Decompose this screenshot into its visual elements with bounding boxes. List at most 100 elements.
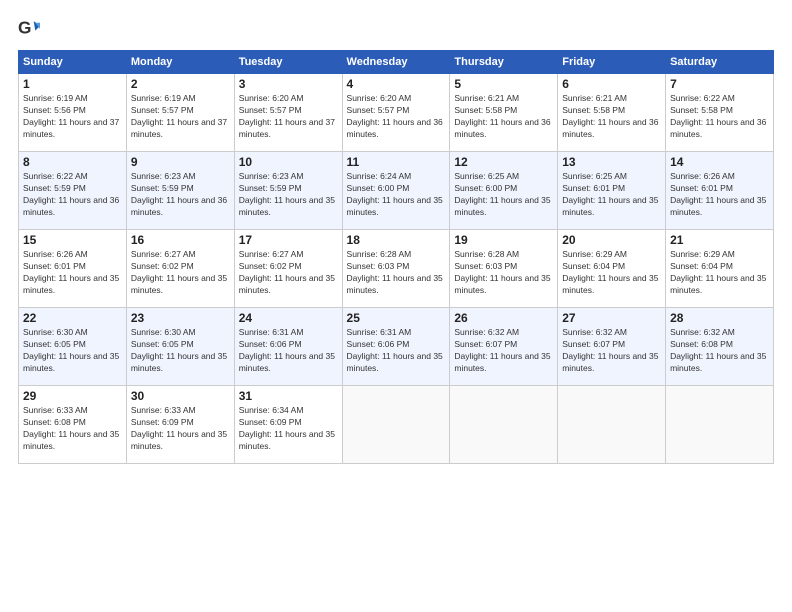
- day-detail: Sunrise: 6:21 AMSunset: 5:58 PMDaylight:…: [562, 93, 658, 139]
- calendar-week-row: 29 Sunrise: 6:33 AMSunset: 6:08 PMDaylig…: [19, 386, 774, 464]
- calendar-cell: 10 Sunrise: 6:23 AMSunset: 5:59 PMDaylig…: [234, 152, 342, 230]
- day-number: 29: [23, 389, 122, 403]
- calendar-cell: 19 Sunrise: 6:28 AMSunset: 6:03 PMDaylig…: [450, 230, 558, 308]
- calendar-cell: 28 Sunrise: 6:32 AMSunset: 6:08 PMDaylig…: [666, 308, 774, 386]
- weekday-header-sunday: Sunday: [19, 51, 127, 74]
- day-detail: Sunrise: 6:28 AMSunset: 6:03 PMDaylight:…: [347, 249, 443, 295]
- day-detail: Sunrise: 6:19 AMSunset: 5:57 PMDaylight:…: [131, 93, 227, 139]
- day-detail: Sunrise: 6:21 AMSunset: 5:58 PMDaylight:…: [454, 93, 550, 139]
- day-number: 20: [562, 233, 661, 247]
- day-detail: Sunrise: 6:32 AMSunset: 6:08 PMDaylight:…: [670, 327, 766, 373]
- day-number: 17: [239, 233, 338, 247]
- page: G SundayMondayTuesdayWednesdayThursdayFr…: [0, 0, 792, 612]
- day-number: 27: [562, 311, 661, 325]
- logo-area: G: [18, 18, 42, 40]
- day-number: 21: [670, 233, 769, 247]
- day-detail: Sunrise: 6:24 AMSunset: 6:00 PMDaylight:…: [347, 171, 443, 217]
- day-detail: Sunrise: 6:33 AMSunset: 6:09 PMDaylight:…: [131, 405, 227, 451]
- calendar-cell: 21 Sunrise: 6:29 AMSunset: 6:04 PMDaylig…: [666, 230, 774, 308]
- day-detail: Sunrise: 6:26 AMSunset: 6:01 PMDaylight:…: [23, 249, 119, 295]
- day-number: 16: [131, 233, 230, 247]
- weekday-header-monday: Monday: [126, 51, 234, 74]
- day-number: 24: [239, 311, 338, 325]
- day-detail: Sunrise: 6:31 AMSunset: 6:06 PMDaylight:…: [347, 327, 443, 373]
- weekday-header-wednesday: Wednesday: [342, 51, 450, 74]
- calendar-week-row: 22 Sunrise: 6:30 AMSunset: 6:05 PMDaylig…: [19, 308, 774, 386]
- day-detail: Sunrise: 6:19 AMSunset: 5:56 PMDaylight:…: [23, 93, 119, 139]
- day-number: 13: [562, 155, 661, 169]
- calendar-cell: 6 Sunrise: 6:21 AMSunset: 5:58 PMDayligh…: [558, 74, 666, 152]
- calendar-cell: 24 Sunrise: 6:31 AMSunset: 6:06 PMDaylig…: [234, 308, 342, 386]
- day-number: 3: [239, 77, 338, 91]
- calendar-cell: 4 Sunrise: 6:20 AMSunset: 5:57 PMDayligh…: [342, 74, 450, 152]
- calendar-cell: 29 Sunrise: 6:33 AMSunset: 6:08 PMDaylig…: [19, 386, 127, 464]
- calendar-cell: 11 Sunrise: 6:24 AMSunset: 6:00 PMDaylig…: [342, 152, 450, 230]
- day-detail: Sunrise: 6:27 AMSunset: 6:02 PMDaylight:…: [131, 249, 227, 295]
- day-number: 8: [23, 155, 122, 169]
- calendar-cell: 25 Sunrise: 6:31 AMSunset: 6:06 PMDaylig…: [342, 308, 450, 386]
- day-detail: Sunrise: 6:25 AMSunset: 6:01 PMDaylight:…: [562, 171, 658, 217]
- calendar-cell: [342, 386, 450, 464]
- calendar-cell: 22 Sunrise: 6:30 AMSunset: 6:05 PMDaylig…: [19, 308, 127, 386]
- day-number: 10: [239, 155, 338, 169]
- weekday-header-thursday: Thursday: [450, 51, 558, 74]
- calendar-cell: 1 Sunrise: 6:19 AMSunset: 5:56 PMDayligh…: [19, 74, 127, 152]
- day-number: 5: [454, 77, 553, 91]
- day-detail: Sunrise: 6:27 AMSunset: 6:02 PMDaylight:…: [239, 249, 335, 295]
- calendar-cell: 27 Sunrise: 6:32 AMSunset: 6:07 PMDaylig…: [558, 308, 666, 386]
- day-number: 9: [131, 155, 230, 169]
- calendar-cell: 5 Sunrise: 6:21 AMSunset: 5:58 PMDayligh…: [450, 74, 558, 152]
- calendar-cell: 15 Sunrise: 6:26 AMSunset: 6:01 PMDaylig…: [19, 230, 127, 308]
- calendar-cell: 12 Sunrise: 6:25 AMSunset: 6:00 PMDaylig…: [450, 152, 558, 230]
- day-number: 25: [347, 311, 446, 325]
- day-number: 19: [454, 233, 553, 247]
- calendar-cell: 17 Sunrise: 6:27 AMSunset: 6:02 PMDaylig…: [234, 230, 342, 308]
- day-detail: Sunrise: 6:28 AMSunset: 6:03 PMDaylight:…: [454, 249, 550, 295]
- day-number: 15: [23, 233, 122, 247]
- day-detail: Sunrise: 6:23 AMSunset: 5:59 PMDaylight:…: [131, 171, 227, 217]
- weekday-header-friday: Friday: [558, 51, 666, 74]
- day-detail: Sunrise: 6:23 AMSunset: 5:59 PMDaylight:…: [239, 171, 335, 217]
- calendar-cell: 16 Sunrise: 6:27 AMSunset: 6:02 PMDaylig…: [126, 230, 234, 308]
- day-detail: Sunrise: 6:26 AMSunset: 6:01 PMDaylight:…: [670, 171, 766, 217]
- weekday-header-tuesday: Tuesday: [234, 51, 342, 74]
- calendar-cell: 9 Sunrise: 6:23 AMSunset: 5:59 PMDayligh…: [126, 152, 234, 230]
- day-detail: Sunrise: 6:32 AMSunset: 6:07 PMDaylight:…: [562, 327, 658, 373]
- svg-text:G: G: [18, 18, 31, 38]
- day-number: 11: [347, 155, 446, 169]
- day-detail: Sunrise: 6:22 AMSunset: 5:59 PMDaylight:…: [23, 171, 119, 217]
- day-detail: Sunrise: 6:32 AMSunset: 6:07 PMDaylight:…: [454, 327, 550, 373]
- day-detail: Sunrise: 6:29 AMSunset: 6:04 PMDaylight:…: [670, 249, 766, 295]
- day-detail: Sunrise: 6:20 AMSunset: 5:57 PMDaylight:…: [347, 93, 443, 139]
- calendar-cell: 23 Sunrise: 6:30 AMSunset: 6:05 PMDaylig…: [126, 308, 234, 386]
- day-number: 30: [131, 389, 230, 403]
- weekday-header-row: SundayMondayTuesdayWednesdayThursdayFrid…: [19, 51, 774, 74]
- day-detail: Sunrise: 6:31 AMSunset: 6:06 PMDaylight:…: [239, 327, 335, 373]
- day-detail: Sunrise: 6:25 AMSunset: 6:00 PMDaylight:…: [454, 171, 550, 217]
- calendar-cell: 31 Sunrise: 6:34 AMSunset: 6:09 PMDaylig…: [234, 386, 342, 464]
- day-number: 4: [347, 77, 446, 91]
- day-number: 12: [454, 155, 553, 169]
- calendar-cell: [558, 386, 666, 464]
- calendar-cell: 7 Sunrise: 6:22 AMSunset: 5:58 PMDayligh…: [666, 74, 774, 152]
- day-number: 14: [670, 155, 769, 169]
- day-number: 2: [131, 77, 230, 91]
- calendar-cell: 30 Sunrise: 6:33 AMSunset: 6:09 PMDaylig…: [126, 386, 234, 464]
- calendar-week-row: 15 Sunrise: 6:26 AMSunset: 6:01 PMDaylig…: [19, 230, 774, 308]
- day-number: 1: [23, 77, 122, 91]
- calendar-week-row: 8 Sunrise: 6:22 AMSunset: 5:59 PMDayligh…: [19, 152, 774, 230]
- calendar-cell: 3 Sunrise: 6:20 AMSunset: 5:57 PMDayligh…: [234, 74, 342, 152]
- calendar-week-row: 1 Sunrise: 6:19 AMSunset: 5:56 PMDayligh…: [19, 74, 774, 152]
- day-detail: Sunrise: 6:20 AMSunset: 5:57 PMDaylight:…: [239, 93, 335, 139]
- calendar-cell: 2 Sunrise: 6:19 AMSunset: 5:57 PMDayligh…: [126, 74, 234, 152]
- calendar-cell: 20 Sunrise: 6:29 AMSunset: 6:04 PMDaylig…: [558, 230, 666, 308]
- calendar-cell: 8 Sunrise: 6:22 AMSunset: 5:59 PMDayligh…: [19, 152, 127, 230]
- calendar-cell: [450, 386, 558, 464]
- weekday-header-saturday: Saturday: [666, 51, 774, 74]
- logo: G: [18, 18, 42, 40]
- day-number: 23: [131, 311, 230, 325]
- calendar-cell: 18 Sunrise: 6:28 AMSunset: 6:03 PMDaylig…: [342, 230, 450, 308]
- day-detail: Sunrise: 6:22 AMSunset: 5:58 PMDaylight:…: [670, 93, 766, 139]
- day-number: 18: [347, 233, 446, 247]
- day-detail: Sunrise: 6:30 AMSunset: 6:05 PMDaylight:…: [23, 327, 119, 373]
